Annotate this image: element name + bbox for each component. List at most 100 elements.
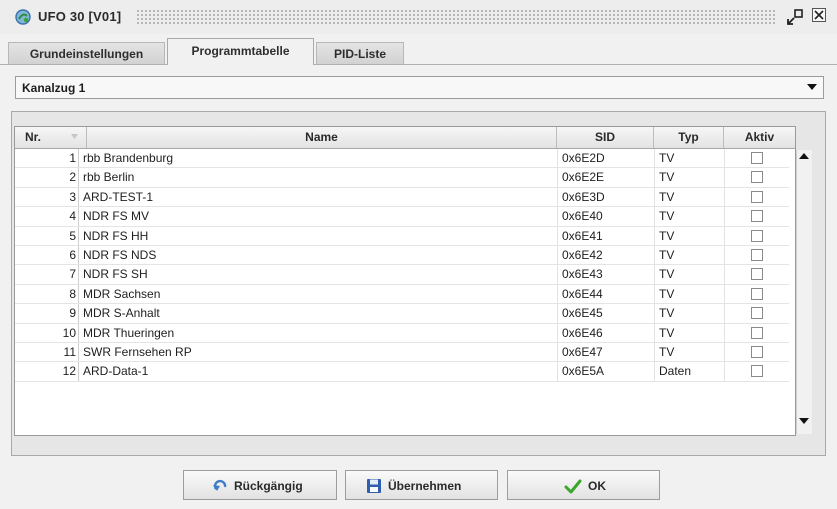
- cell-nr: 12: [15, 362, 79, 381]
- cell-aktiv: [724, 342, 789, 362]
- channel-select[interactable]: Kanalzug 1: [15, 76, 824, 99]
- cell-name: MDR S-Anhalt: [83, 306, 160, 321]
- column-header-nr[interactable]: Nr.: [15, 127, 87, 148]
- cell-aktiv: [724, 245, 789, 265]
- cell-sid: 0x6E41: [557, 226, 654, 245]
- scroll-up-arrow-icon[interactable]: [799, 152, 809, 159]
- table-row[interactable]: 8 MDR Sachsen 0x6E44 TV: [15, 284, 789, 305]
- cell-nr: 1: [15, 149, 79, 168]
- scroll-down-arrow-icon[interactable]: [799, 418, 809, 425]
- aktiv-checkbox[interactable]: [751, 307, 763, 320]
- cell-name: NDR FS NDS: [83, 247, 157, 262]
- cell-name: SWR Fernsehen RP: [83, 344, 192, 359]
- cell-typ: TV: [654, 187, 724, 207]
- cell-aktiv: [724, 284, 789, 304]
- aktiv-checkbox[interactable]: [751, 365, 763, 378]
- column-header-aktiv[interactable]: Aktiv: [724, 127, 795, 148]
- title-bar-grip: [136, 9, 776, 25]
- ok-button-label: OK: [588, 479, 606, 493]
- cell-typ: TV: [654, 304, 724, 323]
- tab-bar: Grundeinstellungen Programmtabelle PID-L…: [0, 36, 837, 65]
- table-row[interactable]: 4 NDR FS MV 0x6E40 TV: [15, 207, 789, 227]
- table-row[interactable]: 9 MDR S-Anhalt 0x6E45 TV: [15, 304, 789, 324]
- aktiv-checkbox[interactable]: [751, 268, 763, 281]
- table-row[interactable]: 5 NDR FS HH 0x6E41 TV: [15, 226, 789, 246]
- table-row[interactable]: 1 rbb Brandenburg 0x6E2D TV: [15, 149, 789, 169]
- cell-aktiv: [724, 362, 789, 381]
- cell-typ: TV: [654, 226, 724, 245]
- tab-grundeinstellungen[interactable]: Grundeinstellungen: [8, 42, 165, 64]
- table-body: 1 rbb Brandenburg 0x6E2D TV 2 rbb Berlin…: [15, 149, 789, 382]
- table-row[interactable]: 3 ARD-TEST-1 0x6E3D TV: [15, 187, 789, 208]
- cell-typ: TV: [654, 168, 724, 187]
- column-header-sid[interactable]: SID: [557, 127, 654, 148]
- cell-sid: 0x6E45: [557, 304, 654, 323]
- cell-sid: 0x6E43: [557, 265, 654, 284]
- cell-nr: 4: [15, 207, 79, 226]
- tab-divider: [0, 64, 837, 65]
- cell-nr: 6: [15, 245, 79, 265]
- restore-window-icon[interactable]: [785, 7, 805, 27]
- aktiv-checkbox[interactable]: [751, 171, 763, 184]
- cell-name: MDR Thueringen: [83, 325, 175, 340]
- cell-aktiv: [724, 323, 789, 342]
- tab-programmtabelle[interactable]: Programmtabelle: [167, 38, 314, 65]
- aktiv-checkbox[interactable]: [751, 190, 763, 203]
- title-bar[interactable]: UFO 30 [V01]: [0, 0, 837, 34]
- cell-sid: 0x6E2D: [557, 149, 654, 168]
- aktiv-checkbox[interactable]: [751, 152, 763, 164]
- cell-sid: 0x6E2E: [557, 168, 654, 187]
- aktiv-checkbox[interactable]: [751, 248, 763, 261]
- aktiv-checkbox[interactable]: [751, 287, 763, 300]
- cell-aktiv: [724, 168, 789, 187]
- undo-button-label: Rückgängig: [234, 479, 303, 493]
- cell-name: NDR FS SH: [83, 267, 148, 282]
- cell-nr: 11: [15, 342, 79, 362]
- ok-button[interactable]: OK: [507, 470, 660, 500]
- cell-typ: TV: [654, 323, 724, 342]
- aktiv-checkbox[interactable]: [751, 210, 763, 223]
- aktiv-checkbox[interactable]: [751, 229, 763, 242]
- cell-nr: 3: [15, 187, 79, 207]
- column-header-name[interactable]: Name: [87, 127, 557, 148]
- cell-typ: TV: [654, 245, 724, 265]
- sort-indicator-icon: [71, 134, 78, 139]
- column-header-typ[interactable]: Typ: [654, 127, 724, 148]
- cell-sid: 0x6E42: [557, 245, 654, 265]
- cell-typ: TV: [654, 342, 724, 362]
- cell-typ: Daten: [654, 362, 724, 381]
- table-row[interactable]: 12 ARD-Data-1 0x6E5A Daten: [15, 362, 789, 382]
- undo-button[interactable]: Rückgängig: [183, 470, 337, 500]
- table-row[interactable]: 10 MDR Thueringen 0x6E46 TV: [15, 323, 789, 343]
- cell-sid: 0x6E47: [557, 342, 654, 362]
- vertical-scrollbar[interactable]: [796, 150, 812, 434]
- cell-sid: 0x6E40: [557, 207, 654, 226]
- apply-button[interactable]: Übernehmen: [345, 470, 498, 500]
- cell-aktiv: [724, 149, 789, 168]
- tab-pid-liste[interactable]: PID-Liste: [316, 42, 404, 64]
- apply-button-label: Übernehmen: [388, 479, 462, 493]
- cell-name: ARD-Data-1: [83, 364, 149, 379]
- cell-aktiv: [724, 304, 789, 323]
- cell-nr: 7: [15, 265, 79, 284]
- cell-name: rbb Berlin: [83, 170, 135, 185]
- table-row[interactable]: 2 rbb Berlin 0x6E2E TV: [15, 168, 789, 188]
- app-window: UFO 30 [V01] Grundeinstellungen Programm…: [0, 0, 837, 509]
- cell-name: NDR FS HH: [83, 228, 149, 243]
- chevron-down-icon: [807, 84, 817, 90]
- undo-arrow-icon: [213, 479, 227, 491]
- cell-sid: 0x6E44: [557, 284, 654, 304]
- cell-nr: 2: [15, 168, 79, 187]
- program-table: Nr. Name SID Typ Aktiv 1 rbb Brandenburg…: [14, 126, 796, 436]
- checkmark-icon: [564, 479, 582, 494]
- cell-sid: 0x6E5A: [557, 362, 654, 381]
- cell-sid: 0x6E46: [557, 323, 654, 342]
- cell-nr: 8: [15, 284, 79, 304]
- close-window-icon[interactable]: [812, 8, 826, 22]
- aktiv-checkbox[interactable]: [751, 345, 763, 358]
- table-row[interactable]: 6 NDR FS NDS 0x6E42 TV: [15, 245, 789, 266]
- aktiv-checkbox[interactable]: [751, 326, 763, 339]
- table-row[interactable]: 7 NDR FS SH 0x6E43 TV: [15, 265, 789, 285]
- cell-nr: 5: [15, 226, 79, 245]
- table-row[interactable]: 11 SWR Fernsehen RP 0x6E47 TV: [15, 342, 789, 363]
